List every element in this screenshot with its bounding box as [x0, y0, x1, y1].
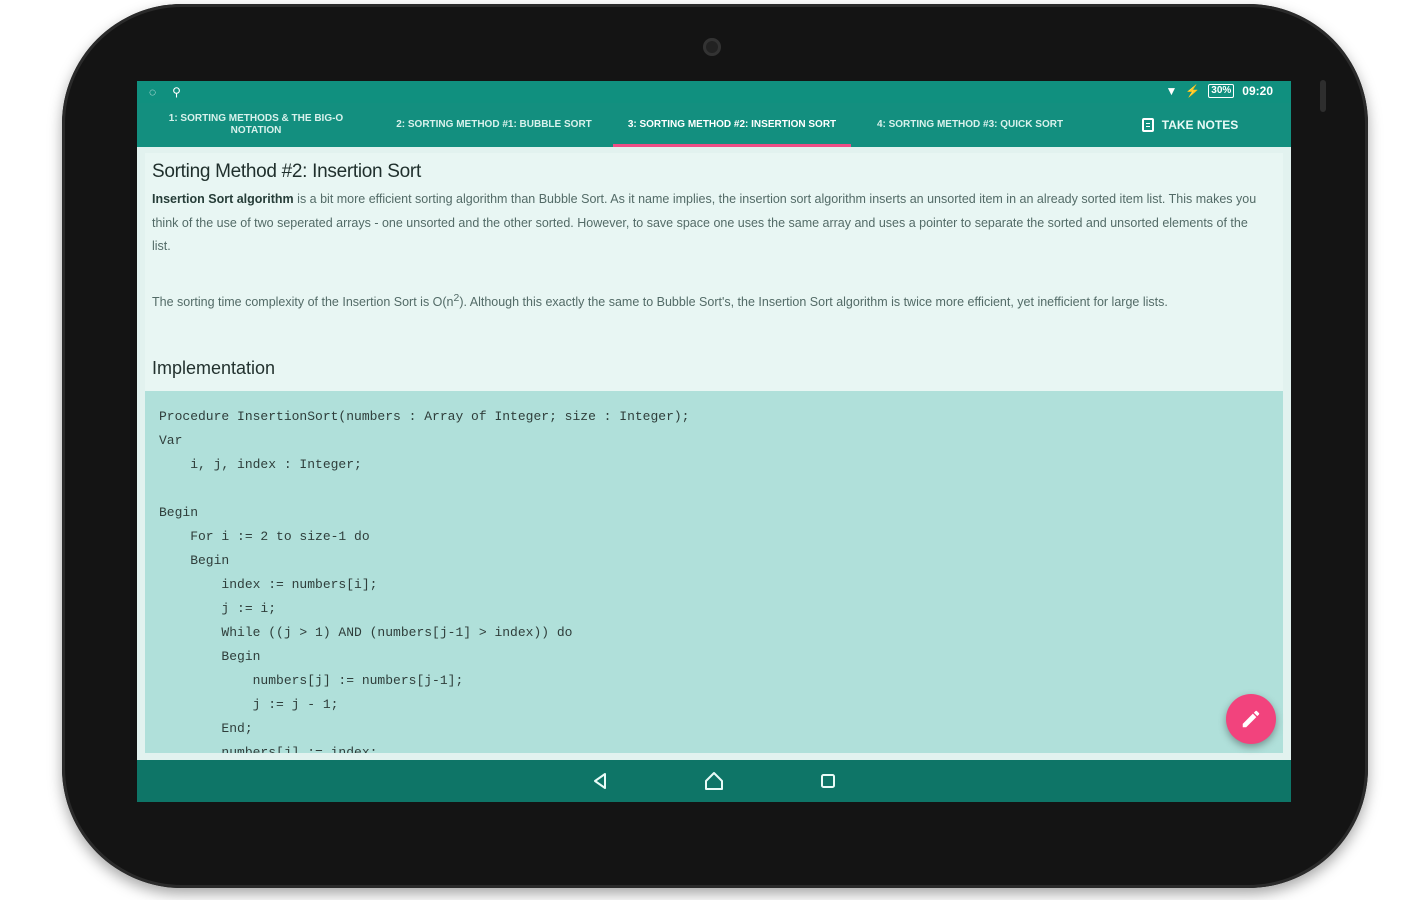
navigation-bar	[137, 760, 1291, 802]
notification-icon: ◌	[149, 85, 157, 99]
camera	[703, 38, 721, 56]
intro-paragraph: Insertion Sort algorithm is a bit more e…	[152, 188, 1270, 259]
wifi-icon: ▼	[1165, 84, 1178, 98]
tab-bar: 1: Sorting Methods & The Big-O Notation …	[137, 103, 1291, 147]
page-title: Sorting Method #2: Insertion Sort	[152, 161, 421, 182]
pencil-icon	[1242, 710, 1260, 728]
screen: ◌ ⚲ ▼ ⚡ 30% 09:20 1: Sorting Methods & T…	[137, 81, 1291, 802]
status-right: ▼ ⚡ 30% 09:20	[1165, 84, 1273, 98]
take-notes-button[interactable]: Take Notes	[1089, 103, 1291, 147]
code-block: Procedure InsertionSort(numbers : Array …	[145, 391, 1283, 753]
back-button[interactable]	[586, 767, 614, 795]
intro-term: Insertion Sort algorithm	[152, 192, 294, 206]
recent-apps-icon	[821, 774, 835, 788]
code-text: Procedure InsertionSort(numbers : Array …	[159, 409, 690, 753]
clock: 09:20	[1242, 84, 1273, 98]
complexity-text-after: ). Although this exactly the same to Bub…	[459, 295, 1168, 310]
home-icon	[705, 772, 723, 790]
battery-indicator: 30%	[1208, 84, 1235, 98]
home-button[interactable]	[700, 767, 728, 795]
article-content: Sorting Method #2: Insertion Sort Insert…	[145, 153, 1283, 753]
back-triangle-icon	[594, 773, 606, 789]
status-left: ◌ ⚲	[149, 85, 181, 99]
intro-text: is a bit more efficient sorting algorith…	[152, 192, 1257, 253]
edit-fab[interactable]	[1226, 694, 1276, 744]
implementation-heading: Implementation	[152, 358, 276, 378]
recent-apps-button[interactable]	[814, 767, 842, 795]
location-icon: ⚲	[172, 85, 181, 99]
complexity-paragraph: The sorting time complexity of the Inser…	[152, 287, 1270, 315]
take-notes-label: Take Notes	[1161, 118, 1239, 132]
tab-sorting-methods-big-o[interactable]: 1: Sorting Methods & The Big-O Notation	[137, 103, 375, 147]
tab-insertion-sort[interactable]: 3: Sorting Method #2: Insertion Sort	[613, 103, 851, 147]
tab-quick-sort[interactable]: 4: Sorting Method #3: Quick Sort	[851, 103, 1089, 147]
tab-bubble-sort[interactable]: 2: Sorting Method #1: Bubble Sort	[375, 103, 613, 147]
power-button	[1320, 80, 1326, 112]
complexity-text-before: The sorting time complexity of the Inser…	[152, 295, 454, 310]
note-icon	[1141, 118, 1154, 132]
charging-icon: ⚡	[1185, 84, 1201, 98]
status-bar: ◌ ⚲ ▼ ⚡ 30% 09:20	[137, 81, 1291, 103]
